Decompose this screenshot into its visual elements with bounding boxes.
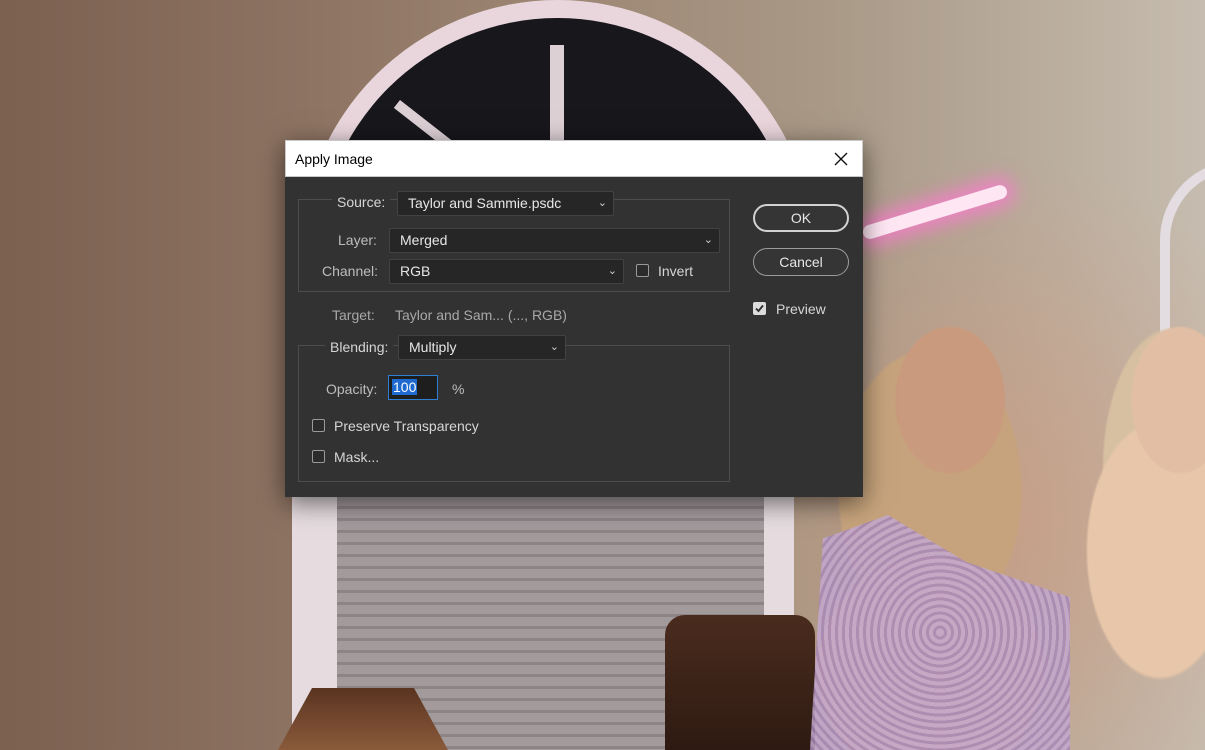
target-label: Target: [332, 307, 375, 323]
ok-button[interactable]: OK [753, 204, 849, 232]
cancel-button[interactable]: Cancel [753, 248, 849, 276]
opacity-unit: % [452, 381, 465, 397]
person-right [1060, 290, 1205, 750]
chevron-down-icon: ⌄ [607, 265, 617, 277]
close-icon[interactable] [830, 148, 852, 170]
neon-light [861, 183, 1009, 241]
apply-image-dialog: Apply Image Source: Taylor and Sammie.ps… [285, 140, 863, 497]
opacity-value: 100 [392, 379, 418, 395]
preview-label[interactable]: Preview [776, 301, 826, 317]
layer-select[interactable]: Merged ⌄ [389, 228, 720, 253]
layer-value: Merged [400, 232, 448, 248]
channel-label: Channel: [322, 263, 379, 279]
blending-select[interactable]: Multiply ⌄ [398, 335, 566, 360]
blending-value: Multiply [409, 339, 457, 355]
checkmark-icon [755, 304, 764, 313]
layer-label: Layer: [338, 232, 377, 248]
dialog-titlebar[interactable]: Apply Image [285, 140, 863, 177]
mask-label[interactable]: Mask... [334, 449, 379, 465]
invert-checkbox[interactable] [636, 264, 649, 277]
channel-value: RGB [400, 263, 431, 279]
channel-select[interactable]: RGB ⌄ [389, 259, 624, 284]
preview-checkbox[interactable] [753, 302, 766, 315]
source-label: Source: [332, 194, 391, 210]
chevron-down-icon: ⌄ [703, 234, 713, 246]
opacity-label: Opacity: [326, 381, 378, 397]
mask-checkbox[interactable] [312, 450, 325, 463]
preserve-transparency-label[interactable]: Preserve Transparency [334, 418, 479, 434]
chevron-down-icon: ⌄ [549, 341, 559, 353]
source-select[interactable]: Taylor and Sammie.psdc ⌄ [397, 191, 614, 216]
blending-label: Blending: [325, 339, 394, 355]
chevron-down-icon: ⌄ [597, 197, 607, 209]
target-value: Taylor and Sam... (..., RGB) [395, 307, 567, 323]
invert-label[interactable]: Invert [658, 263, 693, 279]
preserve-transparency-checkbox[interactable] [312, 419, 325, 432]
source-value: Taylor and Sammie.psdc [408, 195, 562, 211]
opacity-input[interactable]: 100 [388, 375, 438, 400]
dialog-title: Apply Image [295, 151, 373, 167]
